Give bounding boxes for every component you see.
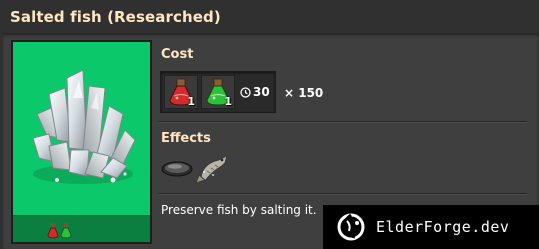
red-science-pack-icon bbox=[47, 223, 59, 239]
salt-crystal-icon bbox=[32, 69, 136, 184]
technology-cost-bar bbox=[13, 215, 150, 242]
cost-slot-green[interactable]: 1 bbox=[201, 75, 235, 109]
green-science-pack-icon bbox=[60, 223, 72, 239]
cost-green-count: 1 bbox=[224, 95, 232, 108]
technology-description: Preserve fish by salting it. bbox=[161, 203, 317, 217]
dish-icon[interactable] bbox=[161, 156, 193, 180]
clock-icon bbox=[240, 86, 251, 98]
effects-heading: Effects bbox=[161, 131, 211, 146]
technology-card[interactable] bbox=[11, 40, 152, 244]
cost-multiplier: × 150 bbox=[284, 86, 324, 100]
fish-icon[interactable] bbox=[195, 151, 231, 185]
research-time: 30 bbox=[240, 85, 270, 99]
watermark-banner: ElderForge.dev bbox=[323, 205, 539, 249]
cost-box: 1 1 30 bbox=[160, 71, 276, 113]
research-time-value: 30 bbox=[253, 85, 270, 99]
cost-slot-red[interactable]: 1 bbox=[164, 75, 198, 109]
section-divider bbox=[159, 193, 527, 195]
section-divider bbox=[159, 121, 527, 123]
elderforge-logo-icon bbox=[337, 213, 365, 241]
cost-heading: Cost bbox=[161, 47, 194, 62]
watermark-text: ElderForge.dev bbox=[376, 218, 510, 236]
tooltip-title: Salted fish (Researched) bbox=[10, 8, 221, 26]
cost-red-count: 1 bbox=[187, 95, 195, 108]
